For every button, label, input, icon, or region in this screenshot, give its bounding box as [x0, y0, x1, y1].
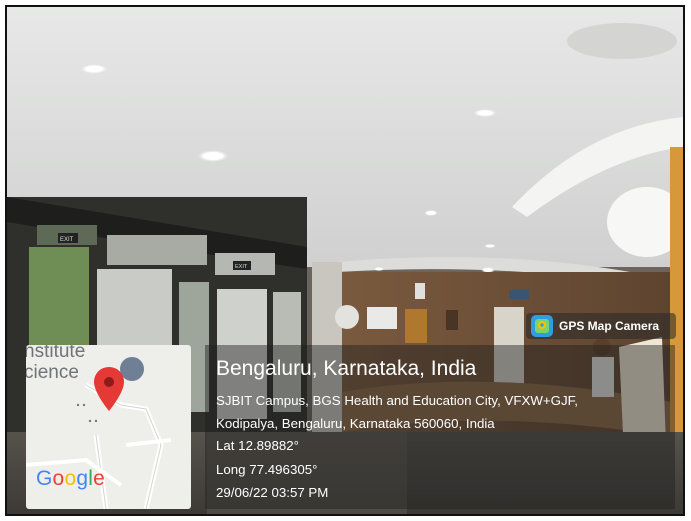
map-pin-icon: [531, 315, 553, 337]
badge-label: GPS Map Camera: [559, 319, 660, 333]
location-pin-icon: [94, 367, 124, 411]
address-line-2: Kodipalya, Bengaluru, Karnataka 560060, …: [216, 416, 495, 431]
logo-letter: e: [93, 467, 105, 490]
logo-letter: G: [36, 467, 53, 490]
gps-map-camera-badge: GPS Map Camera: [526, 313, 676, 339]
map-place-label: cience: [26, 362, 79, 383]
ceiling-light: [374, 267, 384, 271]
ceiling-light: [484, 244, 496, 248]
exit-sign-text: EXIT: [235, 264, 248, 270]
ceiling-light: [80, 64, 108, 74]
datetime: 29/06/22 03:57 PM: [216, 485, 329, 500]
wall-picture: [405, 309, 427, 343]
ceiling-light: [424, 210, 438, 216]
location-title: Bengaluru, Karnataka, India: [216, 357, 477, 380]
location-info-panel: Bengaluru, Karnataka, India SJBIT Campus…: [205, 345, 675, 509]
wall-sign: [509, 290, 529, 299]
mini-map: nstitute cience Google: [26, 345, 191, 509]
logo-letter: o: [52, 467, 65, 490]
window-pane: [107, 235, 207, 265]
photo-frame: EXIT EXIT GPS Map Camera nstitute cience…: [5, 5, 685, 516]
wall-sign: [415, 283, 425, 299]
logo-letter: o: [64, 467, 77, 490]
exit-sign-text: EXIT: [60, 237, 74, 243]
address-line-1: SJBIT Campus, BGS Health and Education C…: [216, 393, 578, 408]
logo-letter: g: [76, 467, 89, 490]
ceiling-light: [473, 109, 497, 117]
wall-panel: [367, 307, 397, 329]
google-logo: Google: [36, 467, 105, 491]
map-place-label: nstitute: [26, 345, 86, 362]
ceiling-light: [197, 150, 229, 162]
latitude: Lat 12.89882°: [216, 438, 299, 453]
ceiling-vent: [567, 23, 677, 59]
wall-picture: [446, 310, 458, 330]
longitude: Long 77.496305°: [216, 462, 318, 477]
wall-fan: [335, 305, 359, 329]
